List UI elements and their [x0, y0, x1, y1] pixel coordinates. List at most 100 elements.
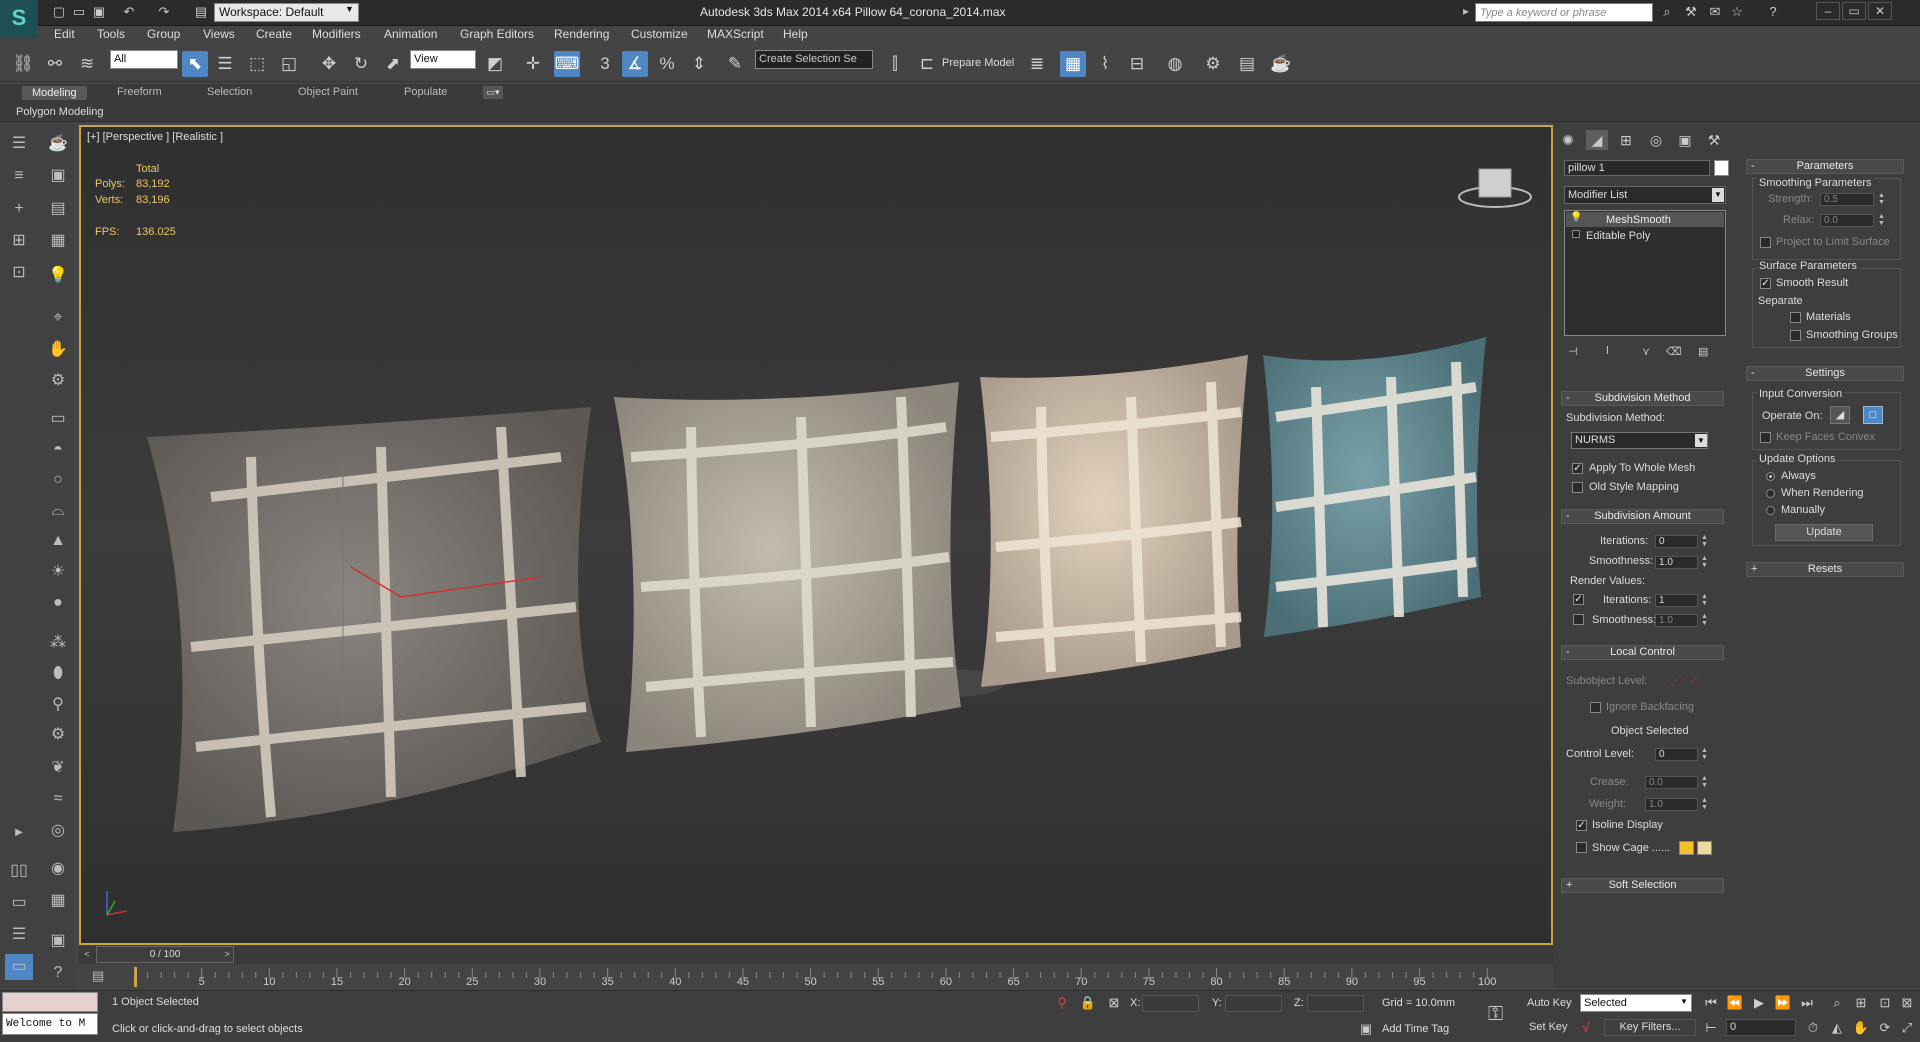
light-bulb-icon[interactable]: 💡: [44, 263, 72, 289]
menu-edit[interactable]: Edit: [54, 27, 75, 41]
utilities-panel-icon[interactable]: ⚒: [1703, 130, 1725, 150]
scale-icon[interactable]: ⬈: [380, 51, 406, 77]
spinner-arrows-icon[interactable]: ▲ ▼: [1701, 797, 1708, 811]
percent-snap-icon[interactable]: %: [654, 51, 680, 77]
unlink-icon[interactable]: ⚯: [42, 51, 68, 77]
zoom-all-icon[interactable]: ⊞: [1850, 994, 1872, 1012]
operate-on-polygons-icon[interactable]: □: [1863, 406, 1883, 424]
maxscript-listener-pink[interactable]: [2, 992, 98, 1012]
key-icon[interactable]: ⚿: [1488, 1003, 1503, 1026]
shell-icon[interactable]: ◎: [44, 818, 72, 844]
menu-tools[interactable]: Tools: [97, 27, 125, 41]
save-icon[interactable]: ▣: [90, 4, 108, 20]
previous-frame-icon[interactable]: <: [81, 947, 93, 962]
ribbon-tab-populate[interactable]: Populate: [404, 86, 447, 98]
gear-icon[interactable]: ⚙: [44, 722, 72, 748]
plant-icon[interactable]: ❦: [44, 755, 72, 781]
rollout-subdivision-amount[interactable]: - Subdivision Amount: [1561, 509, 1724, 524]
workspace-dropdown[interactable]: Workspace: Default: [214, 3, 359, 22]
modify-panel-icon[interactable]: ◢: [1586, 130, 1608, 150]
create-icon[interactable]: +: [5, 196, 33, 222]
spinner-arrows-icon[interactable]: ▲ ▼: [1701, 555, 1708, 569]
apply-whole-mesh-checkbox[interactable]: ✓: [1572, 463, 1583, 474]
remove-modifier-icon[interactable]: ⌫: [1666, 345, 1682, 358]
skeleton-icon[interactable]: ⚲: [44, 692, 72, 718]
undo-icon[interactable]: ↶: [120, 4, 138, 20]
rollout-parameters[interactable]: - Parameters: [1746, 159, 1904, 174]
configure-modifier-sets-icon[interactable]: ▤: [1698, 345, 1708, 358]
menu-help[interactable]: Help: [783, 27, 808, 41]
dummy-icon[interactable]: ⚙: [44, 368, 72, 394]
layers-icon[interactable]: ≡: [5, 163, 33, 189]
go-to-start-icon[interactable]: ⏮: [1700, 994, 1722, 1012]
help-circle-icon[interactable]: ?: [44, 960, 72, 986]
strength-spinner[interactable]: 0.5: [1820, 193, 1874, 206]
smoothing-groups-checkbox[interactable]: [1790, 330, 1801, 341]
minimize-button[interactable]: –: [1816, 2, 1840, 20]
menu-maxscript[interactable]: MAXScript: [707, 27, 764, 41]
close-button[interactable]: ✕: [1868, 2, 1892, 20]
box-icon[interactable]: ▭: [44, 406, 72, 432]
edge-level-icon[interactable]: ⟋: [1690, 673, 1698, 688]
previous-key-icon[interactable]: ⏪: [1724, 994, 1746, 1012]
control-level-spinner[interactable]: 0: [1655, 748, 1698, 761]
ribbon-options-icon[interactable]: ▭▾: [483, 86, 503, 99]
cone-icon[interactable]: ▲: [44, 528, 72, 554]
checker-icon[interactable]: ▦: [44, 888, 72, 914]
scene-explorer-icon[interactable]: ☰: [5, 131, 33, 157]
stack-item-editable-poly[interactable]: Editable Poly: [1586, 230, 1650, 242]
object-name-field[interactable]: pillow 1: [1564, 160, 1710, 176]
manually-radio[interactable]: [1766, 506, 1775, 515]
hold-icon[interactable]: ▤: [192, 4, 210, 20]
reference-coordinate-dropdown[interactable]: View: [410, 50, 476, 69]
curve-editor-icon[interactable]: ⌇: [1092, 51, 1118, 77]
maximize-button[interactable]: ▭: [1842, 2, 1866, 20]
document-icon[interactable]: ▤: [44, 196, 72, 222]
cage-color-swatch-1[interactable]: [1679, 841, 1694, 855]
hand-icon[interactable]: ✋: [44, 337, 72, 363]
next-frame-icon[interactable]: >: [221, 947, 233, 962]
ignore-backfacing-checkbox[interactable]: [1590, 702, 1601, 713]
render-iterations-checkbox[interactable]: ✓: [1573, 594, 1584, 605]
spinner-arrows-icon[interactable]: ▲ ▼: [1701, 534, 1708, 548]
window-crossing-icon[interactable]: ◱: [276, 51, 302, 77]
rectangular-selection-icon[interactable]: ⬚: [244, 51, 270, 77]
when-rendering-radio[interactable]: [1766, 489, 1775, 498]
sun-icon[interactable]: ☀: [44, 559, 72, 585]
spinner-arrows-icon[interactable]: ▲ ▼: [1878, 213, 1885, 227]
show-cage-checkbox[interactable]: [1576, 842, 1587, 853]
z-coordinate-field[interactable]: [1307, 995, 1364, 1012]
display-filter-icon[interactable]: ⊡: [5, 260, 33, 286]
hair-fur-icon[interactable]: ≈: [44, 786, 72, 812]
render-smoothness-checkbox[interactable]: [1573, 614, 1584, 625]
add-time-tag-label[interactable]: Add Time Tag: [1382, 1023, 1449, 1035]
rendered-frame-window-icon[interactable]: ▤: [1234, 51, 1260, 77]
show-end-result-icon[interactable]: ǀ: [1606, 345, 1609, 357]
particles-icon[interactable]: ⁂: [44, 630, 72, 656]
ball-icon[interactable]: ●: [44, 590, 72, 616]
zoom-extents-icon[interactable]: ⊡: [1874, 994, 1896, 1012]
menu-group[interactable]: Group: [147, 27, 180, 41]
weight-spinner[interactable]: 1.0: [1645, 798, 1698, 811]
sphere-shaded-icon[interactable]: ◉: [44, 856, 72, 882]
expand-search-icon[interactable]: ▸: [1463, 4, 1469, 18]
mini-curve-editor-icon[interactable]: ▤: [92, 968, 104, 984]
menu-animation[interactable]: Animation: [384, 27, 437, 41]
move-icon[interactable]: ✥: [316, 51, 342, 77]
select-manipulate-icon[interactable]: ✛: [520, 51, 546, 77]
select-by-name-icon[interactable]: ☰: [212, 51, 238, 77]
time-tag-icon[interactable]: ▣: [1355, 1020, 1377, 1038]
render-setup-icon[interactable]: ⚙: [1200, 51, 1226, 77]
fan-icon[interactable]: ⌓: [44, 498, 72, 524]
viewport-layout-3-icon[interactable]: ☰: [5, 922, 33, 948]
menu-modifiers[interactable]: Modifiers: [312, 27, 361, 41]
viewport-layout-active-icon[interactable]: ▭: [5, 954, 33, 980]
help-icon[interactable]: ?: [1764, 4, 1782, 20]
default-in-out-tangent-icon[interactable]: √: [1582, 1019, 1590, 1035]
pill-icon[interactable]: ⬮: [44, 661, 72, 687]
bind-space-warp-icon[interactable]: ≋: [74, 51, 100, 77]
key-mode-icon[interactable]: ⊢: [1700, 1019, 1722, 1037]
menu-views[interactable]: Views: [203, 27, 235, 41]
camera-icon[interactable]: ⌖: [44, 305, 72, 331]
rollout-local-control[interactable]: - Local Control: [1561, 645, 1724, 660]
